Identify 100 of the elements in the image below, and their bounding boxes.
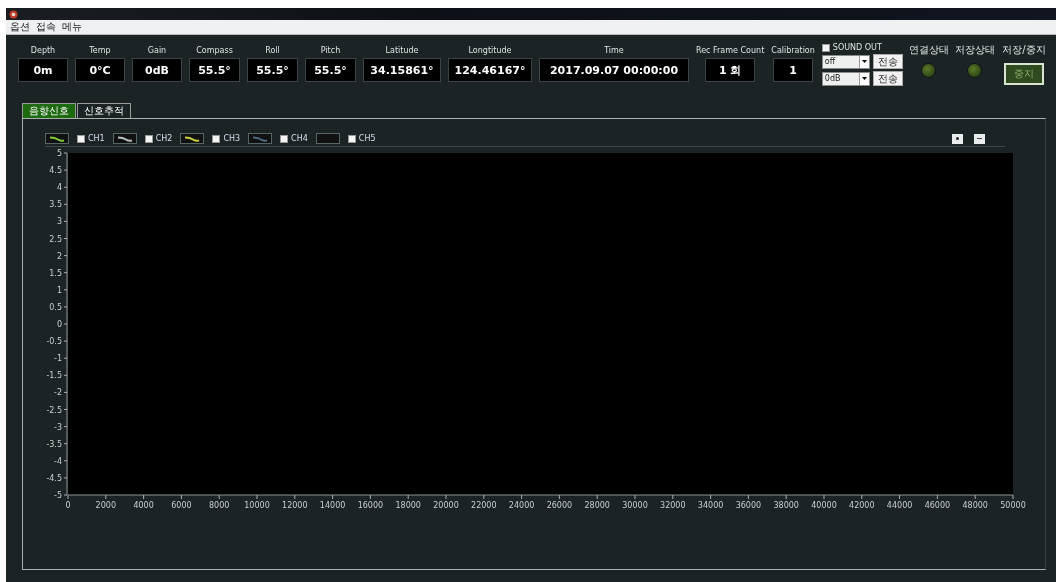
checkbox[interactable] [280, 134, 289, 143]
x-tick-label: 8000 [209, 501, 230, 510]
x-tick-label: 42000 [849, 501, 875, 510]
x-tick-label: 18000 [395, 501, 421, 510]
readout-value: 0m [18, 58, 68, 82]
channel-label: CH2 [155, 134, 173, 143]
x-tick-label: 20000 [433, 501, 459, 510]
checkbox[interactable] [144, 134, 153, 143]
readout-label: Longtitude [468, 45, 512, 57]
x-tick-label: 50000 [1000, 501, 1026, 510]
x-tick-label: 22000 [471, 501, 497, 510]
app-icon [9, 9, 18, 19]
x-tick-label: 10000 [244, 501, 270, 510]
readout-label: Rec Frame Count [696, 45, 765, 57]
readout-value: 0dB [132, 58, 182, 82]
checkbox[interactable] [212, 134, 221, 143]
readout-label: Calibration [771, 45, 815, 57]
dot-icon [956, 137, 959, 140]
minus-icon [977, 138, 982, 139]
readout-label: Time [604, 45, 624, 57]
x-tick-label: 12000 [282, 501, 308, 510]
x-tick-label: 28000 [584, 501, 610, 510]
y-tick-label: 1.5 [49, 268, 62, 278]
readout-value: 1 회 [705, 58, 756, 82]
x-tick-label: 36000 [735, 501, 762, 510]
readout-value: 2017.09.07 00:00:00 [539, 58, 689, 82]
channel-label: CH5 [358, 134, 376, 143]
send-button[interactable]: 전송 [872, 54, 903, 69]
tab[interactable]: 음향신호 [22, 103, 76, 118]
y-tick-label: -4 [54, 456, 62, 466]
y-tick-label: 1 [56, 285, 62, 295]
channel-label: CH1 [88, 134, 105, 143]
checkbox[interactable] [77, 134, 85, 143]
indicator-label: 저장상태 [954, 43, 995, 57]
x-tick-label: 48000 [962, 501, 988, 510]
menu-item[interactable]: 옵션 [10, 20, 30, 34]
y-tick-label: 0.5 [49, 302, 62, 312]
y-tick-label: -3 [54, 422, 62, 432]
dropdown[interactable]: off [821, 54, 870, 69]
readout-label: Gain [147, 45, 167, 57]
y-tick-label: 5 [56, 149, 62, 158]
y-tick-label: 4.5 [49, 166, 62, 176]
readout-label: Compass [196, 45, 233, 57]
y-tick-label: -5 [54, 491, 62, 500]
readout-value: 55.5° [189, 58, 240, 82]
y-tick-label: 3.5 [49, 200, 62, 210]
stop-button[interactable]: 중지 [1003, 63, 1044, 85]
x-tick-label: 16000 [357, 501, 384, 510]
zoom-in-button[interactable] [952, 133, 963, 144]
y-tick-label: -4.5 [46, 473, 62, 483]
x-tick-label: 24000 [508, 501, 535, 510]
y-tick-label: 4 [56, 183, 62, 193]
readout-value: 34.15861° [363, 58, 441, 82]
indicator-label: 연결상태 [908, 43, 949, 57]
readout-label: Latitude [385, 45, 419, 57]
x-tick-label: 2000 [95, 501, 116, 510]
x-tick-label: 0 [65, 501, 71, 510]
readout-value: 124.46167° [448, 58, 532, 82]
x-tick-label: 44000 [886, 501, 913, 510]
line-swatch [315, 133, 340, 144]
y-tick-label: -1.5 [46, 371, 62, 381]
y-tick-label: -3.5 [46, 439, 62, 449]
y-tick-label: -0.5 [46, 337, 62, 347]
dropdown[interactable]: 0dB [821, 71, 870, 86]
y-tick-label: -1 [54, 354, 62, 364]
y-tick-label: -2 [54, 388, 62, 398]
send-button[interactable]: 전송 [872, 71, 903, 86]
readout-value: 1 [773, 58, 814, 82]
tab[interactable]: 신호추적 [77, 103, 131, 118]
x-tick-label: 4000 [133, 501, 154, 510]
checkbox[interactable] [347, 134, 356, 143]
x-tick-label: 14000 [319, 501, 346, 510]
x-tick-label: 30000 [622, 501, 648, 510]
readout-label: Temp [89, 45, 111, 57]
x-tick-label: 6000 [171, 501, 192, 510]
y-tick-label: -2.5 [46, 405, 62, 415]
checkbox[interactable] [821, 43, 830, 52]
y-tick-label: 3 [56, 217, 62, 227]
y-tick-label: 2.5 [49, 234, 62, 244]
menu-item[interactable]: 접속 [36, 20, 56, 34]
readout-label: Roll [265, 45, 280, 57]
x-tick-label: 46000 [924, 501, 951, 510]
channel-label: CH3 [223, 134, 241, 143]
readout-label: Depth [30, 45, 56, 57]
caret-icon [861, 77, 867, 80]
y-tick-label: 2 [56, 251, 62, 261]
menu-item[interactable]: 메뉴 [62, 20, 82, 34]
channel-label: CH4 [291, 134, 308, 143]
y-tick-label: 0 [56, 320, 62, 329]
x-tick-label: 32000 [660, 501, 686, 510]
x-tick-label: 26000 [546, 501, 573, 510]
x-tick-label: 34000 [697, 501, 724, 510]
button-label: 저장/중지 [1002, 43, 1046, 57]
readout-value: 0°C [75, 58, 125, 82]
zoom-out-button[interactable] [974, 133, 985, 144]
readout-label: Pitch [320, 45, 341, 57]
x-tick-label: 38000 [773, 501, 799, 510]
x-tick-label: 40000 [811, 501, 837, 510]
caret-icon [861, 60, 867, 63]
readout-value: 55.5° [305, 58, 356, 82]
